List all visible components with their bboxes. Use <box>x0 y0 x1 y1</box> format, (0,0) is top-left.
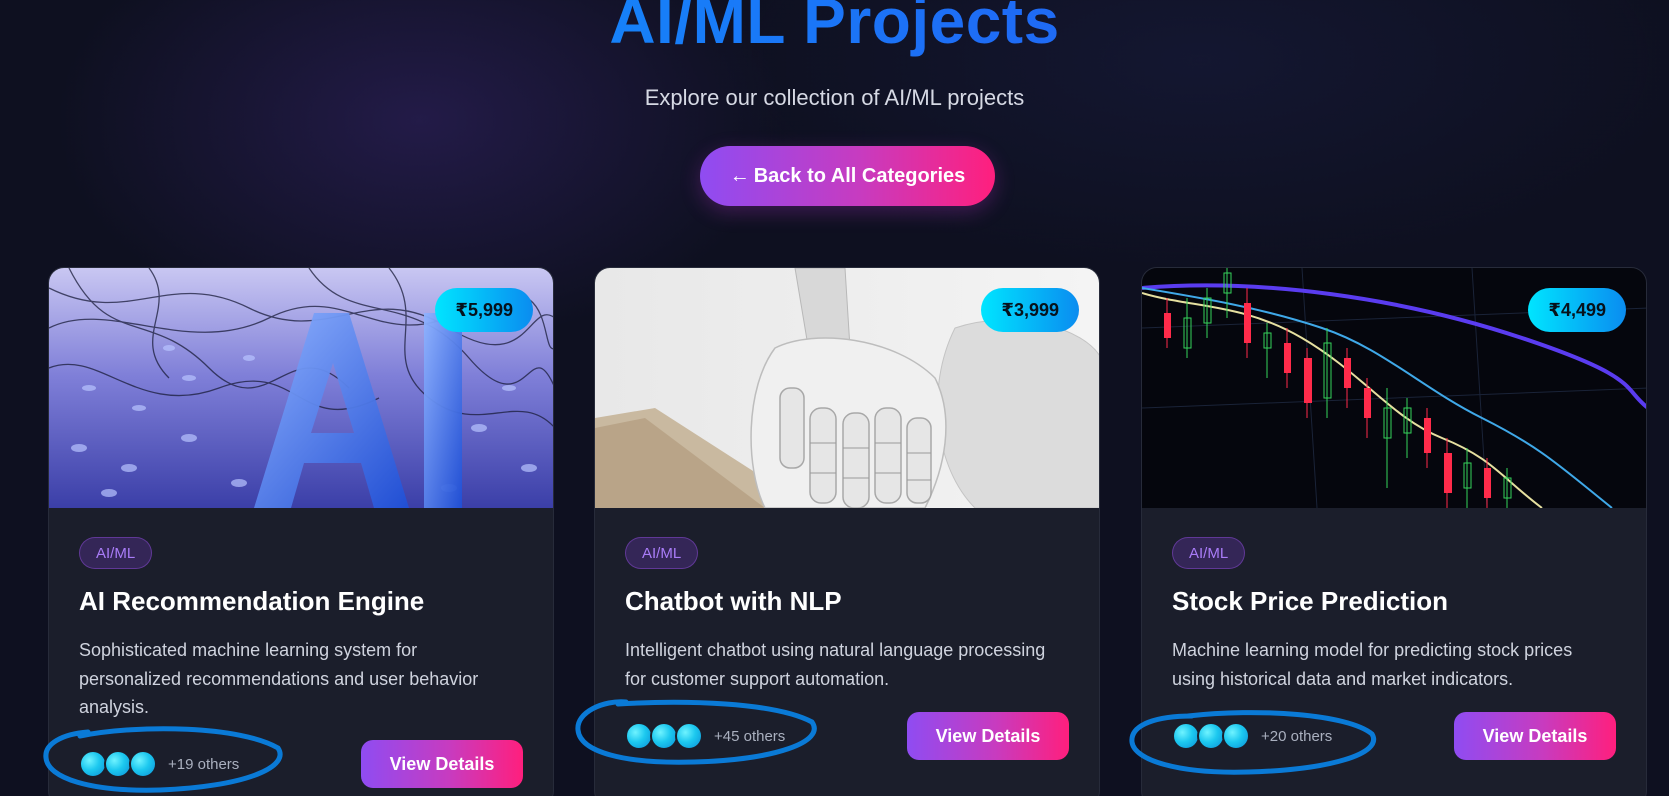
card-footer: +20 others View Details <box>1172 712 1616 760</box>
card-footer: +19 others View Details <box>79 740 523 788</box>
project-card: ₹5,999 AI/ML AI Recommendation Engine So… <box>48 267 554 796</box>
back-to-categories-button[interactable]: ← Back to All Categories <box>700 146 995 206</box>
avatar <box>1197 722 1225 750</box>
view-details-button[interactable]: View Details <box>907 712 1069 760</box>
back-button-label: Back to All Categories <box>753 164 966 187</box>
view-details-button[interactable]: View Details <box>1454 712 1616 760</box>
card-title: Chatbot with NLP <box>625 586 842 616</box>
arrow-left-icon: ← <box>729 164 750 187</box>
view-details-button[interactable]: View Details <box>361 740 523 788</box>
user-avatars: +45 others <box>625 722 785 750</box>
others-count: +20 others <box>1261 727 1333 745</box>
avatar <box>129 750 157 778</box>
avatar <box>625 722 653 750</box>
user-avatars: +20 others <box>1172 722 1332 750</box>
page-title: AI/ML Projects <box>0 0 1669 58</box>
card-description: Intelligent chatbot using natural langua… <box>625 640 1046 689</box>
avatar <box>1172 722 1200 750</box>
category-tag: AI/ML <box>79 537 153 569</box>
card-description: Machine learning model for predicting st… <box>1172 640 1573 689</box>
avatar <box>104 750 132 778</box>
others-count: +45 others <box>714 727 786 745</box>
robot-hand-image: ₹3,999 <box>595 268 1099 508</box>
card-footer: +45 others View Details <box>625 712 1069 760</box>
project-card: ₹3,999 AI/ML Chatbot with NLP Intelligen… <box>594 267 1100 796</box>
avatar <box>675 722 703 750</box>
price-badge: ₹3,999 <box>981 288 1079 332</box>
ai-letters-image: ₹5,999 <box>49 268 553 508</box>
others-count: +19 others <box>168 755 240 773</box>
card-description: Sophisticated machine learning system fo… <box>79 640 479 717</box>
price-badge: ₹5,999 <box>435 288 533 332</box>
category-tag: AI/ML <box>625 537 699 569</box>
project-card: ₹4,499 AI/ML Stock Price Prediction Mach… <box>1141 267 1647 796</box>
category-tag: AI/ML <box>1172 537 1246 569</box>
user-avatars: +19 others <box>79 750 239 778</box>
price-badge: ₹4,499 <box>1528 288 1626 332</box>
avatar <box>1222 722 1250 750</box>
avatar <box>79 750 107 778</box>
card-title: AI Recommendation Engine <box>79 586 425 616</box>
avatar <box>650 722 678 750</box>
stock-candlestick-image: ₹4,499 <box>1142 268 1646 508</box>
page-subtitle: Explore our collection of AI/ML projects <box>644 85 1025 110</box>
card-title: Stock Price Prediction <box>1172 586 1448 616</box>
